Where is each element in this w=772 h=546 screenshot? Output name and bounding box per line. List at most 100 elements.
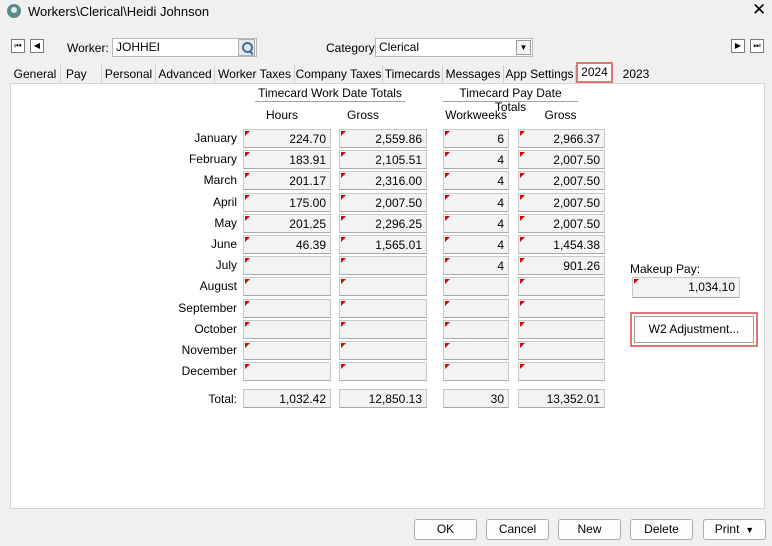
flag-icon: [245, 343, 250, 348]
hours-cell[interactable]: [243, 277, 331, 297]
pay-gross-cell[interactable]: 2,966.37: [518, 129, 605, 148]
tab-general[interactable]: General: [10, 65, 61, 83]
makeup-pay-field[interactable]: 1,034.10: [632, 277, 740, 298]
workweeks-cell[interactable]: [443, 341, 509, 360]
pay-gross-cell-value: 2,007.50: [553, 174, 600, 189]
gross-cell[interactable]: [339, 277, 427, 297]
flag-icon: [341, 321, 346, 327]
tab-messages[interactable]: Messages: [443, 65, 504, 83]
flag-icon: [341, 131, 346, 136]
gross-cell[interactable]: [339, 298, 427, 318]
gross-cell[interactable]: 2,559.86: [339, 129, 427, 148]
makeup-pay-value: 1,034.10: [688, 280, 735, 294]
workweeks-cell[interactable]: 4: [443, 150, 509, 170]
workweeks-cell[interactable]: 4: [443, 235, 509, 254]
hours-cell[interactable]: [243, 298, 331, 318]
hours-cell[interactable]: 183.91: [243, 150, 331, 170]
chevron-down-icon[interactable]: ▼: [516, 40, 531, 55]
cancel-button[interactable]: Cancel: [486, 519, 549, 540]
gross-cell[interactable]: 2,007.50: [339, 192, 427, 212]
workweeks-cell-value: 6: [497, 132, 504, 146]
worker-label: Worker:: [67, 41, 109, 55]
pay-gross-cell[interactable]: [518, 277, 605, 297]
gross-cell[interactable]: [339, 341, 427, 360]
tab-worker-taxes[interactable]: Worker Taxes: [215, 65, 295, 83]
flag-icon: [245, 173, 250, 179]
flag-icon: [341, 300, 346, 306]
gross-cell[interactable]: 2,105.51: [339, 150, 427, 170]
flag-icon: [445, 215, 450, 221]
hours-cell[interactable]: [243, 256, 331, 276]
hours-cell[interactable]: [243, 319, 331, 339]
pay-gross-cell-value: 2,007.50: [553, 195, 600, 210]
pay-gross-cell[interactable]: [518, 298, 605, 318]
tab-personal[interactable]: Personal: [102, 65, 156, 83]
ok-button[interactable]: OK: [414, 519, 477, 540]
workweeks-cell[interactable]: 4: [443, 256, 509, 276]
pay-gross-cell[interactable]: 2,007.50: [518, 150, 605, 170]
category-select[interactable]: Clerical: [375, 38, 533, 57]
last-record-button[interactable]: ⏭: [750, 39, 764, 53]
tab-2023[interactable]: 2023: [617, 65, 655, 83]
workweeks-cell-value: 4: [497, 238, 504, 252]
search-icon[interactable]: [238, 39, 255, 56]
gross-cell[interactable]: 1,565.01: [339, 235, 427, 254]
gross-cell-value: 2,007.50: [375, 195, 422, 210]
workweeks-cell[interactable]: [443, 319, 509, 339]
gross-cell[interactable]: [339, 319, 427, 339]
pay-gross-cell-value: 2,966.37: [553, 132, 600, 146]
pay-gross-cell-value: 2,007.50: [553, 216, 600, 231]
total-workweeks-value: 30: [490, 392, 504, 406]
next-record-button[interactable]: ▶: [731, 39, 745, 53]
workweeks-cell[interactable]: 6: [443, 129, 509, 148]
workweeks-cell[interactable]: 4: [443, 171, 509, 191]
pay-gross-cell[interactable]: 2,007.50: [518, 192, 605, 212]
workweeks-cell[interactable]: [443, 277, 509, 297]
hours-cell[interactable]: [243, 362, 331, 382]
flag-icon: [245, 279, 250, 285]
workweeks-cell[interactable]: [443, 298, 509, 318]
pay-gross-cell[interactable]: 2,007.50: [518, 171, 605, 191]
delete-button[interactable]: Delete: [630, 519, 693, 540]
hours-cell[interactable]: 46.39: [243, 235, 331, 254]
gross-cell[interactable]: 2,316.00: [339, 171, 427, 191]
pay-gross-cell[interactable]: [518, 341, 605, 360]
month-label: September: [178, 300, 237, 315]
hours-cell[interactable]: 224.70: [243, 129, 331, 148]
gross-cell[interactable]: 2,296.25: [339, 213, 427, 233]
pay-gross-cell[interactable]: [518, 362, 605, 382]
pay-gross-cell[interactable]: 901.26: [518, 256, 605, 276]
hours-cell[interactable]: 201.17: [243, 171, 331, 191]
tab-app-settings[interactable]: App Settings: [504, 65, 576, 83]
close-icon[interactable]: ✕: [752, 1, 766, 19]
tab-advanced[interactable]: Advanced: [156, 65, 215, 83]
flag-icon: [245, 237, 250, 242]
gross-cell[interactable]: [339, 362, 427, 382]
new-button[interactable]: New: [558, 519, 621, 540]
flag-icon: [520, 152, 525, 158]
tab-pay[interactable]: Pay: [61, 65, 102, 83]
gross-cell-value: 2,296.25: [375, 216, 422, 231]
workweeks-cell[interactable]: 4: [443, 192, 509, 212]
workweeks-cell[interactable]: [443, 362, 509, 382]
worker-field[interactable]: JOHHEI: [112, 38, 257, 57]
flag-icon: [245, 215, 250, 221]
workweeks-cell[interactable]: 4: [443, 213, 509, 233]
gross-cell[interactable]: [339, 256, 427, 276]
pay-gross-cell[interactable]: [518, 319, 605, 339]
total-workweeks: 30: [443, 389, 509, 408]
hours-cell[interactable]: 201.25: [243, 213, 331, 233]
w2-adjustment-button[interactable]: W2 Adjustment...: [634, 316, 754, 343]
hours-cell[interactable]: 175.00: [243, 192, 331, 212]
print-button[interactable]: Print ▼: [703, 519, 766, 540]
pay-gross-cell[interactable]: 1,454.38: [518, 235, 605, 254]
tab-company-taxes[interactable]: Company Taxes: [295, 65, 383, 83]
first-record-button[interactable]: ⏮: [11, 39, 25, 53]
tab-timecards[interactable]: Timecards: [383, 65, 443, 83]
prev-record-button[interactable]: ◀: [30, 39, 44, 53]
month-label: May: [214, 215, 237, 230]
tab-2024[interactable]: 2024: [576, 62, 613, 83]
hours-cell[interactable]: [243, 341, 331, 360]
hours-cell-value: 46.39: [295, 238, 326, 252]
pay-gross-cell[interactable]: 2,007.50: [518, 213, 605, 233]
